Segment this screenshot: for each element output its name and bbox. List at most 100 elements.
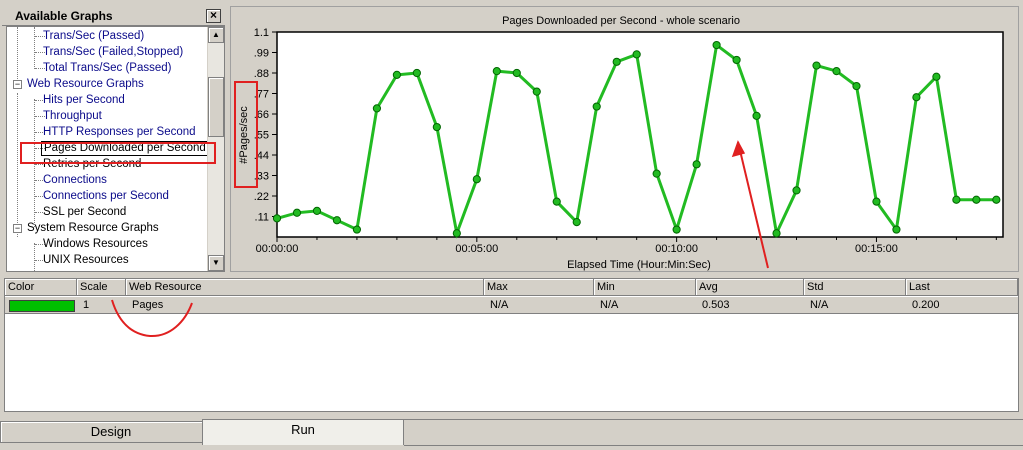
col-color[interactable]: Color xyxy=(5,279,77,296)
chart-panel: Pages Downloaded per Second - whole scen… xyxy=(230,6,1019,272)
tab-divider xyxy=(404,419,1023,420)
status-bar xyxy=(404,445,1023,450)
tab-bar: Design Run xyxy=(0,417,1023,450)
data-point xyxy=(892,225,901,234)
y-tick-label: .33 xyxy=(254,171,269,183)
scrollbar-thumb[interactable] xyxy=(208,77,224,137)
tree-item-total-trans-sec[interactable]: Total Trans/Sec (Passed) xyxy=(43,60,171,76)
tree-item-unix-resources[interactable]: UNIX Resources xyxy=(43,252,129,268)
tree-item-windows-resources[interactable]: Windows Resources xyxy=(43,236,148,252)
tree-group-system-resource[interactable]: System Resource Graphs xyxy=(27,220,159,236)
tree-item-trans-sec-failed[interactable]: Trans/Sec (Failed,Stopped) xyxy=(43,44,183,60)
y-tick-label: .99 xyxy=(254,48,269,60)
x-tick-label: 00:05:00 xyxy=(455,243,498,255)
col-std[interactable]: Std xyxy=(804,279,906,296)
data-point xyxy=(652,169,661,178)
y-tick-label: 1.1 xyxy=(254,27,269,39)
x-axis: 00:00:00 00:05:00 00:10:00 00:15:00 xyxy=(256,237,997,255)
tree-item-hits-per-second[interactable]: Hits per Second xyxy=(43,92,125,108)
x-tick-label: 00:00:00 xyxy=(256,243,299,255)
data-point xyxy=(712,40,721,50)
scroll-down-icon[interactable]: ▼ xyxy=(208,255,224,271)
y-tick-label: .77 xyxy=(254,89,269,101)
y-tick-label: .66 xyxy=(254,109,269,121)
data-point xyxy=(312,206,322,216)
close-icon[interactable]: × xyxy=(206,9,221,23)
data-point xyxy=(552,197,561,206)
scroll-up-icon[interactable]: ▲ xyxy=(208,27,224,43)
tree-item-http-responses[interactable]: HTTP Responses per Second xyxy=(43,124,196,140)
tab-run[interactable]: Run xyxy=(202,419,404,445)
tree-connector xyxy=(17,93,18,237)
data-point xyxy=(292,208,302,217)
data-point xyxy=(632,50,641,59)
tree-item-throughput[interactable]: Throughput xyxy=(43,108,102,124)
y-tick-label: .44 xyxy=(254,150,269,162)
col-last[interactable]: Last xyxy=(906,279,1018,296)
data-point xyxy=(372,104,382,113)
data-point xyxy=(452,229,461,238)
tree-connector xyxy=(17,27,18,87)
data-point xyxy=(532,87,541,96)
legend-table: Color Scale Web Resource Max Min Avg Std… xyxy=(4,278,1019,412)
tree-item-trans-sec-passed[interactable]: Trans/Sec (Passed) xyxy=(43,28,144,44)
available-graphs-panel: Available Graphs × Trans/Sec (Passed) Tr… xyxy=(2,6,225,272)
x-tick-label: 00:10:00 xyxy=(655,243,698,255)
tree-item-connections[interactable]: Connections xyxy=(43,172,107,188)
legend-header: Color Scale Web Resource Max Min Avg Std… xyxy=(5,279,1018,296)
table-row[interactable]: 1 Pages N/A N/A 0.503 N/A 0.200 xyxy=(5,297,1018,314)
panel-header: Available Graphs × xyxy=(2,6,225,26)
data-point xyxy=(952,195,961,204)
data-point xyxy=(392,70,401,79)
line-chart: Pages Downloaded per Second - whole scen… xyxy=(234,15,1004,271)
data-point xyxy=(672,225,681,234)
data-point xyxy=(972,195,981,204)
tree-group-web-resource[interactable]: Web Resource Graphs xyxy=(27,76,144,92)
chart-title: Pages Downloaded per Second - whole scen… xyxy=(502,15,740,27)
collapse-icon[interactable]: − xyxy=(13,80,22,89)
color-swatch xyxy=(9,300,75,312)
col-web-resource[interactable]: Web Resource xyxy=(126,279,484,296)
annotation-highlight-box xyxy=(20,142,216,164)
cell-resource: Pages xyxy=(132,299,164,311)
data-point xyxy=(272,214,282,223)
collapse-icon[interactable]: − xyxy=(13,224,22,233)
col-min[interactable]: Min xyxy=(594,279,696,296)
data-point xyxy=(992,195,1001,204)
data-point xyxy=(612,57,621,66)
data-point xyxy=(932,72,941,81)
cell-last: 0.200 xyxy=(912,299,940,311)
y-axis-label: #Pages/sec xyxy=(238,106,250,164)
y-tick-label: .55 xyxy=(254,130,269,142)
data-point xyxy=(592,102,601,111)
y-tick-label: .88 xyxy=(254,68,269,80)
col-avg[interactable]: Avg xyxy=(696,279,804,296)
x-tick-label: 00:15:00 xyxy=(855,243,898,255)
x-axis-label: Elapsed Time (Hour:Min:Sec) xyxy=(567,259,711,271)
data-point xyxy=(692,160,701,169)
data-point xyxy=(832,67,841,76)
panel-title: Available Graphs xyxy=(15,9,113,23)
data-point xyxy=(512,68,521,78)
col-scale[interactable]: Scale xyxy=(77,279,126,296)
tree-connector xyxy=(34,243,35,271)
col-max[interactable]: Max xyxy=(484,279,594,296)
data-point xyxy=(732,55,741,65)
data-point xyxy=(572,217,581,227)
data-point xyxy=(852,81,861,91)
cell-min: N/A xyxy=(600,299,619,311)
data-point xyxy=(752,111,761,120)
cell-scale: 1 xyxy=(83,299,90,311)
plot-area xyxy=(276,31,1004,238)
tree-connector xyxy=(34,27,35,69)
tree-item-ssl-per-second[interactable]: SSL per Second xyxy=(43,204,126,220)
data-point xyxy=(792,186,801,195)
cell-max: N/A xyxy=(490,299,509,311)
data-point xyxy=(472,175,481,184)
tree-item-connections-per-second[interactable]: Connections per Second xyxy=(43,188,169,204)
data-point xyxy=(912,93,921,102)
data-point xyxy=(412,68,421,78)
data-point xyxy=(812,61,821,70)
data-point xyxy=(352,225,362,234)
tab-design[interactable]: Design xyxy=(0,421,222,443)
